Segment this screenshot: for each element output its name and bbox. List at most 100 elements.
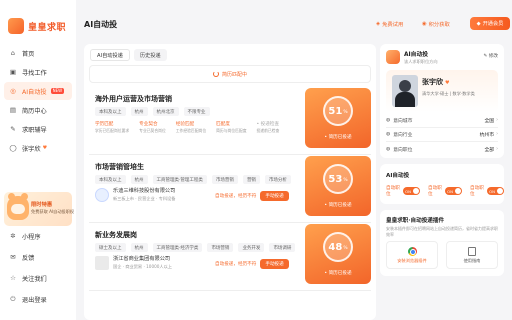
company-logo-icon bbox=[95, 187, 109, 202]
match-score-card: 51 % • 简历已投递 bbox=[305, 88, 371, 148]
robot-icon bbox=[386, 50, 400, 64]
new-badge: NEW bbox=[50, 88, 65, 94]
job-action: 自动投递，经历不符 手动投递 bbox=[215, 259, 289, 269]
match-score-ring: 48 % bbox=[323, 232, 353, 262]
install-extension-button[interactable]: 安装浏览器插件 bbox=[386, 241, 438, 269]
job-tag: 杭州 bbox=[130, 243, 148, 252]
job-tags: 本科及以上 杭州 工商管理类·管理工程类 市场营销 营销 市场分析 bbox=[95, 175, 291, 184]
sidebar-bottom-nav: ✲ 小程序 ✉ 反馈 ☆ 关注我们 ⏻ 退出登录 bbox=[4, 226, 72, 310]
tab-ai-apply[interactable]: AI自动投递 bbox=[90, 49, 130, 61]
company-name: 浙江省商业集团有限公司 bbox=[113, 256, 171, 262]
sidebar-item-feedback[interactable]: ✉ 反馈 bbox=[4, 247, 72, 267]
job-tags: 硕士及以上 杭州 工商管理类·经济学类 市场营销 业务开发 市场调研 bbox=[95, 243, 296, 252]
job-title[interactable]: 新业务发展岗 bbox=[95, 230, 137, 240]
auto-apply-status: 自动投递，经历不符 bbox=[215, 194, 257, 199]
job-tag: 市场分析 bbox=[264, 175, 291, 184]
brand-logo[interactable]: 皇皇求职 bbox=[8, 18, 66, 34]
sidebar-item-label: 小程序 bbox=[22, 233, 41, 241]
preference-position[interactable]: ◍ 意向职位 全部 › bbox=[386, 142, 498, 156]
job-card[interactable]: 海外用户运营及市场营销 本科及以上 杭州 杭州北京 不限专业 学历匹配 学历已匹… bbox=[89, 88, 371, 150]
sidebar-item-logout[interactable]: ⏻ 退出登录 bbox=[4, 289, 72, 309]
sidebar-item-coaching[interactable]: ✎ 求职辅导 bbox=[4, 120, 72, 138]
match-score-ring: 51 % bbox=[323, 96, 353, 126]
loading-spinner-icon bbox=[212, 71, 219, 77]
match-score: 51 bbox=[328, 105, 343, 117]
vip-button[interactable]: ◆ 开通会员 bbox=[470, 17, 510, 30]
job-tag: 市场营销 bbox=[207, 243, 234, 252]
manual-apply-button[interactable]: 手动投递 bbox=[260, 191, 289, 201]
sidebar-item-label: 简历中心 bbox=[22, 107, 47, 115]
promo-banner[interactable]: 限时特惠 免费获取 AI自动投职权 bbox=[4, 192, 75, 226]
feature-item: 专业契合 专业已契合岗位 bbox=[139, 122, 166, 133]
extension-description: 安装本插件即可在招聘网站上自动投递简历，省时省力提高求职效率 bbox=[386, 226, 498, 237]
extension-title: 皇皇求职·自动投递插件 bbox=[386, 218, 445, 224]
free-trial-link[interactable]: ◈ 免费试用 bbox=[376, 20, 403, 28]
match-score-card: 48 % • 简历已投递 bbox=[305, 224, 371, 284]
sidebar-item-user[interactable]: ◯ 张宇欣 ♥ bbox=[4, 139, 72, 157]
home-icon: ⌂ bbox=[10, 49, 16, 57]
divider bbox=[89, 222, 371, 223]
extension-card: 皇皇求职·自动投递插件 安装本插件即可在招聘网站上自动投递简历，省时省力提高求职… bbox=[380, 210, 504, 276]
auto-apply-subtitle: 该人求职职位方向 bbox=[404, 59, 438, 64]
chevron-right-icon: › bbox=[496, 146, 498, 152]
promo-subtitle: 免费获取 AI自动投职权 bbox=[31, 209, 75, 214]
profile-school: 清华大学·硕士 | 数学·数学类 bbox=[422, 91, 475, 96]
diamond-icon: ◆ bbox=[476, 20, 481, 27]
edit-button[interactable]: ✎ 修改 bbox=[483, 53, 498, 59]
document-icon bbox=[468, 246, 476, 256]
sidebar-item-label: AI自动投 bbox=[22, 88, 47, 96]
company-meta: 国企 · 商业贸易 · 10000人以上 bbox=[113, 264, 172, 269]
company-info[interactable]: 乐迪三维科技股份有限公司 新三板上市 · 民营企业 · 专科设备 bbox=[95, 187, 175, 202]
tab-history[interactable]: 历史投递 bbox=[133, 49, 167, 61]
job-list-panel: AI自动投递 历史投递 简历匹配中 海外用户运营及市场营销 本科及以上 杭州 杭… bbox=[84, 44, 376, 320]
toggle-item: 自动职位 ON bbox=[428, 185, 462, 197]
job-tags: 本科及以上 杭州 杭州北京 不限专业 bbox=[95, 107, 210, 116]
preference-industry[interactable]: ◍ 意向行业 杭州市 › bbox=[386, 128, 498, 142]
preference-city[interactable]: ◍ 意向城市 全国 › bbox=[386, 114, 498, 128]
job-tag: 市场营销 bbox=[211, 175, 238, 184]
top-bar: AI自动投 ◈ 免费试用 ◉ 积分获取 ◆ 开通会员 bbox=[76, 0, 512, 38]
company-meta: 新三板上市 · 民营企业 · 专科设备 bbox=[113, 196, 176, 201]
sidebar-item-mini-program[interactable]: ✲ 小程序 bbox=[4, 226, 72, 246]
resume-icon: ▤ bbox=[9, 106, 17, 114]
job-title[interactable]: 海外用户运营及市场营销 bbox=[95, 94, 172, 104]
auto-apply-title: AI自动投 bbox=[404, 52, 429, 58]
points-link[interactable]: ◉ 积分获取 bbox=[422, 20, 450, 28]
sidebar-item-follow[interactable]: ☆ 关注我们 bbox=[4, 268, 72, 288]
coach-icon: ✎ bbox=[10, 125, 16, 133]
manual-apply-button[interactable]: 手动投递 bbox=[260, 259, 289, 269]
job-tag: 工商管理类·经济学类 bbox=[152, 243, 203, 252]
feedback-icon: ✉ bbox=[10, 253, 16, 261]
job-tag: 硕士及以上 bbox=[95, 243, 126, 252]
sidebar-item-resume[interactable]: ▤ 简历中心 bbox=[4, 101, 72, 119]
job-card[interactable]: 市场营销管培生 本科及以上 杭州 工商管理类·管理工程类 市场营销 营销 市场分… bbox=[89, 156, 371, 218]
auto-apply-toggle[interactable]: ON bbox=[487, 187, 504, 195]
sidebar-item-label: 张宇欣 bbox=[22, 145, 41, 153]
company-info[interactable]: 浙江省商业集团有限公司 国企 · 商业贸易 · 10000人以上 bbox=[95, 255, 172, 270]
job-tag: 业务开发 bbox=[238, 243, 265, 252]
auto-apply-header: AI自动投 该人求职职位方向 bbox=[386, 49, 438, 65]
score-status: • 简历已投递 bbox=[324, 203, 352, 208]
coin-icon: ◉ bbox=[422, 21, 427, 27]
company-name: 乐迪三维科技股份有限公司 bbox=[113, 188, 176, 194]
job-tag: 市场调研 bbox=[269, 243, 296, 252]
position-icon: ◍ bbox=[386, 146, 391, 152]
match-score-card: 53 % • 简历已投递 bbox=[305, 156, 371, 216]
mascot-icon bbox=[7, 193, 29, 220]
matching-status: 简历匹配中 bbox=[89, 65, 371, 83]
auto-apply-toggle-card: AI自动投 自动职位 ON 自动职位 ON 自动职位 ON bbox=[380, 164, 504, 204]
promo-title: 限时特惠 bbox=[31, 202, 53, 208]
user-guide-button[interactable]: 使用指南 bbox=[446, 241, 498, 269]
sidebar-item-home[interactable]: ⌂ 首页 bbox=[4, 44, 72, 62]
job-card[interactable]: 新业务发展岗 硕士及以上 杭州 工商管理类·经济学类 市场营销 业务开发 市场调… bbox=[89, 224, 371, 286]
job-title[interactable]: 市场营销管培生 bbox=[95, 162, 144, 172]
sidebar-item-ai-apply[interactable]: ◎ AI自动投 NEW bbox=[4, 82, 72, 100]
match-score-ring: 53 % bbox=[323, 164, 353, 194]
auto-apply-toggle[interactable]: ON bbox=[403, 187, 420, 195]
sidebar-item-find-job[interactable]: ▣ 寻找工作 bbox=[4, 63, 72, 81]
sidebar: 皇皇求职 ⌂ 首页 ▣ 寻找工作 ◎ AI自动投 NEW ▤ 简历中心 ✎ 求职… bbox=[0, 0, 76, 320]
auto-apply-section-title: AI自动投 bbox=[386, 173, 410, 179]
job-tag: 营销 bbox=[242, 175, 260, 184]
auto-apply-toggle[interactable]: ON bbox=[445, 187, 462, 195]
brand-name: 皇皇求职 bbox=[28, 22, 67, 33]
